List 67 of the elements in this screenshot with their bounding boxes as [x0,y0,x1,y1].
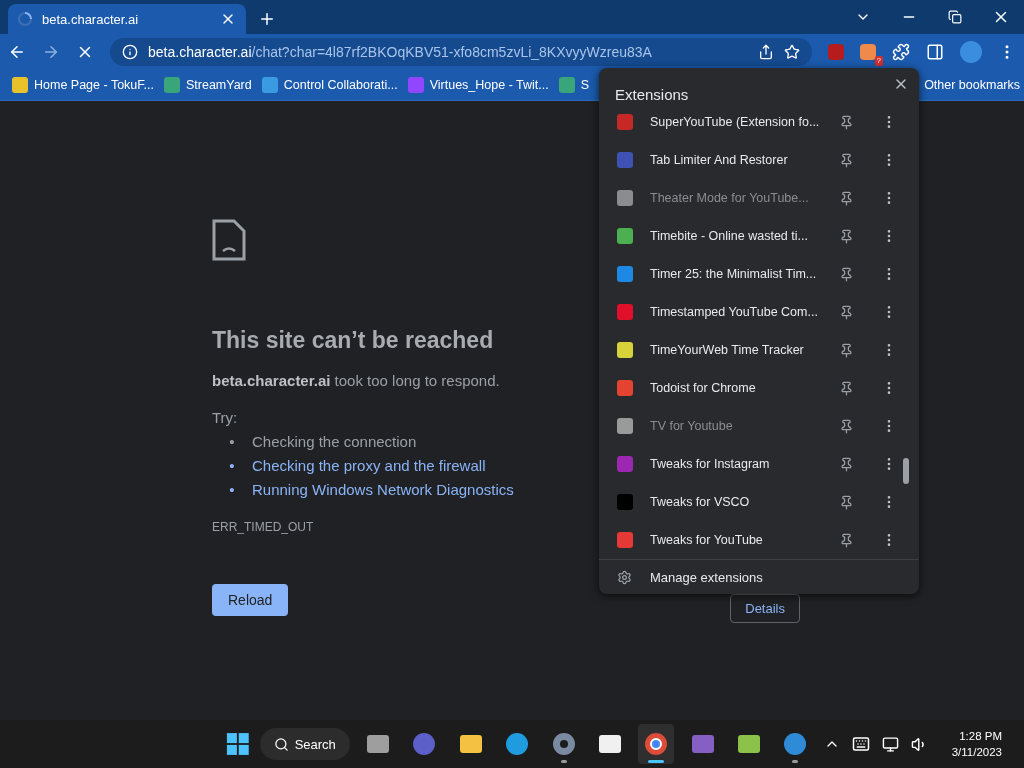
keyboard-icon[interactable] [851,735,870,753]
pin-icon[interactable] [839,418,854,434]
suggestion-text: Checking the connection [252,432,417,452]
browser-tab[interactable]: beta.character.ai [8,4,246,34]
gear-icon [617,569,632,585]
pin-icon[interactable] [839,228,854,244]
new-tab-button[interactable] [258,10,276,28]
pin-icon[interactable] [839,494,854,510]
pin-icon[interactable] [839,456,854,472]
restore-icon[interactable] [948,10,962,24]
extension-name[interactable]: Todoist for Chrome [650,381,822,395]
chrome-icon [644,732,669,756]
error-code: ERR_TIMED_OUT [212,520,315,534]
try-label: Try: [212,409,239,426]
pin-icon[interactable] [839,190,854,206]
extension-name[interactable]: Tweaks for YouTube [650,533,822,547]
pin-icon[interactable] [839,304,854,320]
popup-title: Extensions [615,85,689,103]
manage-extensions-item[interactable]: Manage extensions [599,559,919,594]
other-bookmarks-link[interactable]: Other bookmarks [924,78,1020,92]
extension-name[interactable]: Tweaks for VSCO [650,495,822,509]
side-panel-button[interactable] [926,43,944,61]
extensions-button[interactable] [892,43,910,61]
pin-icon[interactable] [839,380,854,396]
address-bar[interactable]: beta.character.ai/chat?char=4l87rf2BKOqKBV51-xfo8cm5zvLi_8KXvyyWzreu83A [110,38,812,66]
extension-badge: ? [874,56,883,66]
bookmark-link[interactable]: Virtues_Hope - Twit... [407,77,549,93]
scrollbar-thumb[interactable] [903,458,909,484]
taskbar-search-button[interactable]: Search [259,728,350,760]
info-icon [122,44,138,60]
extension-name[interactable]: Tweaks for Instagram [650,457,822,471]
forward-button[interactable] [42,43,60,61]
bookmark-link[interactable]: StreamYard [163,77,252,93]
extension-name[interactable]: Theater Mode for YouTube... [650,191,822,205]
extension-name[interactable]: TimeYourWeb Time Tracker [650,343,822,357]
clock-date: 3/11/2023 [951,745,1002,760]
sad-page-icon [212,219,246,261]
pin-icon[interactable] [839,532,854,548]
pin-icon[interactable] [839,152,854,168]
reload-button[interactable]: Reload [212,584,289,616]
extension-name[interactable]: TV for Youtube [650,419,822,433]
search-icon [273,736,289,752]
windows-start-icon[interactable] [226,731,250,757]
extension-name[interactable]: Timebite - Online wasted ti... [650,229,822,243]
tab-title: beta.character.ai [42,11,140,27]
bookmark-link[interactable]: Control Collaborati... [261,77,398,93]
extension-name[interactable]: Tab Limiter And Restorer [650,153,822,167]
taskbar-app-button[interactable] [638,724,675,764]
extension-name[interactable]: Timestamped YouTube Com... [650,305,822,319]
bookmark-link[interactable]: Home Page - TokuF... [12,77,154,93]
monitor-icon[interactable] [881,735,899,753]
suggestion-link[interactable]: Checking the proxy and the firewall [252,454,486,478]
pin-icon[interactable] [839,114,854,130]
error-title: This site can’t be reached [212,327,495,354]
pin-icon[interactable] [839,266,854,282]
suggestion-link[interactable]: Running Windows Network Diagnostics [252,478,514,502]
bookmark-star-icon[interactable] [784,44,800,60]
back-button[interactable] [8,43,26,61]
bullet-mark: • [228,480,236,500]
extension-name[interactable]: SuperYouTube (Extension fo... [650,115,822,129]
bullet-mark: • [228,432,236,452]
extension-name[interactable]: Timer 25: the Minimalist Tim... [650,267,822,281]
clock-time: 1:28 PM [959,729,1002,744]
share-icon[interactable] [758,44,774,60]
pin-icon[interactable] [839,342,854,358]
bullet-mark: • [228,456,236,476]
error-message: beta.character.ai took too long to respond. [212,372,501,389]
